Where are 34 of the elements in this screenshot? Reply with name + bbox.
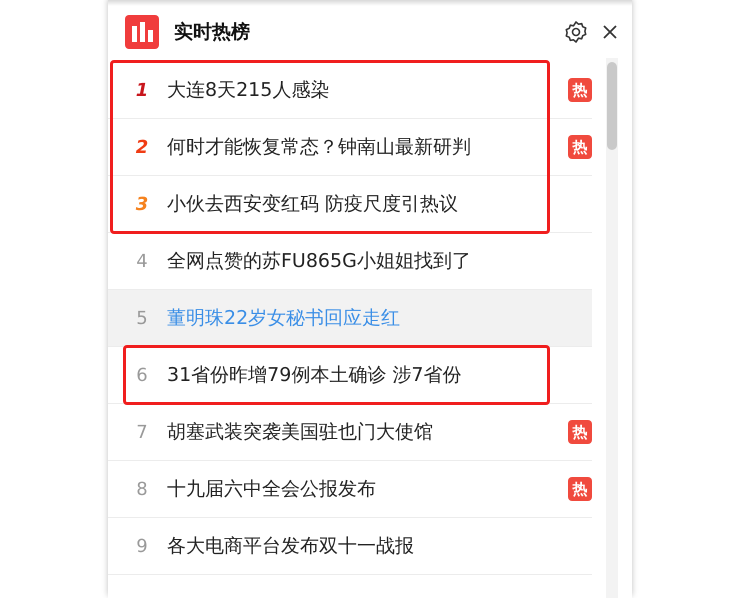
list-item[interactable]: 8 十九届六中全会公报发布 热: [108, 461, 592, 518]
rank-number: 9: [135, 536, 149, 556]
rank-number: 2: [134, 136, 150, 158]
list-item[interactable]: 9 各大电商平台发布双十一战报: [108, 518, 592, 575]
rank-number: 7: [135, 422, 149, 442]
hot-tag: 热: [568, 78, 592, 102]
hot-tag: 热: [568, 135, 592, 159]
headline-text: 胡塞武装突袭美国驻也门大使馆: [167, 420, 434, 445]
headline-text: 十九届六中全会公报发布: [167, 477, 377, 502]
rank-number: 4: [135, 250, 149, 272]
rank-number: 8: [135, 478, 149, 500]
headline-text: 何时才能恢复常态？钟南山最新研判: [167, 135, 472, 160]
headline-text: 小伙去西安变红码 防疫尺度引热议: [167, 192, 460, 217]
headline-text: 各大电商平台发布双十一战报: [167, 534, 415, 559]
headline-text: 大连8天215人感染: [167, 78, 330, 103]
rank-number: 1: [134, 80, 150, 100]
rank-number: 5: [135, 308, 149, 328]
bar-chart-icon: [125, 15, 159, 49]
scrollbar-thumb[interactable]: [607, 62, 617, 150]
list-item[interactable]: 7 胡塞武装突袭美国驻也门大使馆 热: [108, 404, 592, 461]
scrollbar[interactable]: [606, 58, 618, 598]
list-item[interactable]: 6 31省份昨增79例本土确诊 涉7省份: [108, 347, 592, 404]
rank-number: 6: [135, 364, 149, 386]
headline-text: 董明珠22岁女秘书回应走红: [167, 306, 402, 331]
panel-title: 实时热榜: [174, 20, 251, 45]
rank-number: 3: [134, 194, 150, 214]
list-item[interactable]: 3 小伙去西安变红码 防疫尺度引热议: [108, 176, 592, 233]
headline-text: 全网点赞的苏FU865G小姐姐找到了: [167, 249, 472, 274]
headline-text: 31省份昨增79例本土确诊 涉7省份: [167, 363, 462, 388]
hot-tag: 热: [568, 477, 592, 501]
settings-icon[interactable]: [564, 20, 588, 44]
list-item[interactable]: 2 何时才能恢复常态？钟南山最新研判 热: [108, 119, 592, 176]
list-item[interactable]: 1 大连8天215人感染 热: [108, 62, 592, 119]
hot-tag: 热: [568, 420, 592, 444]
